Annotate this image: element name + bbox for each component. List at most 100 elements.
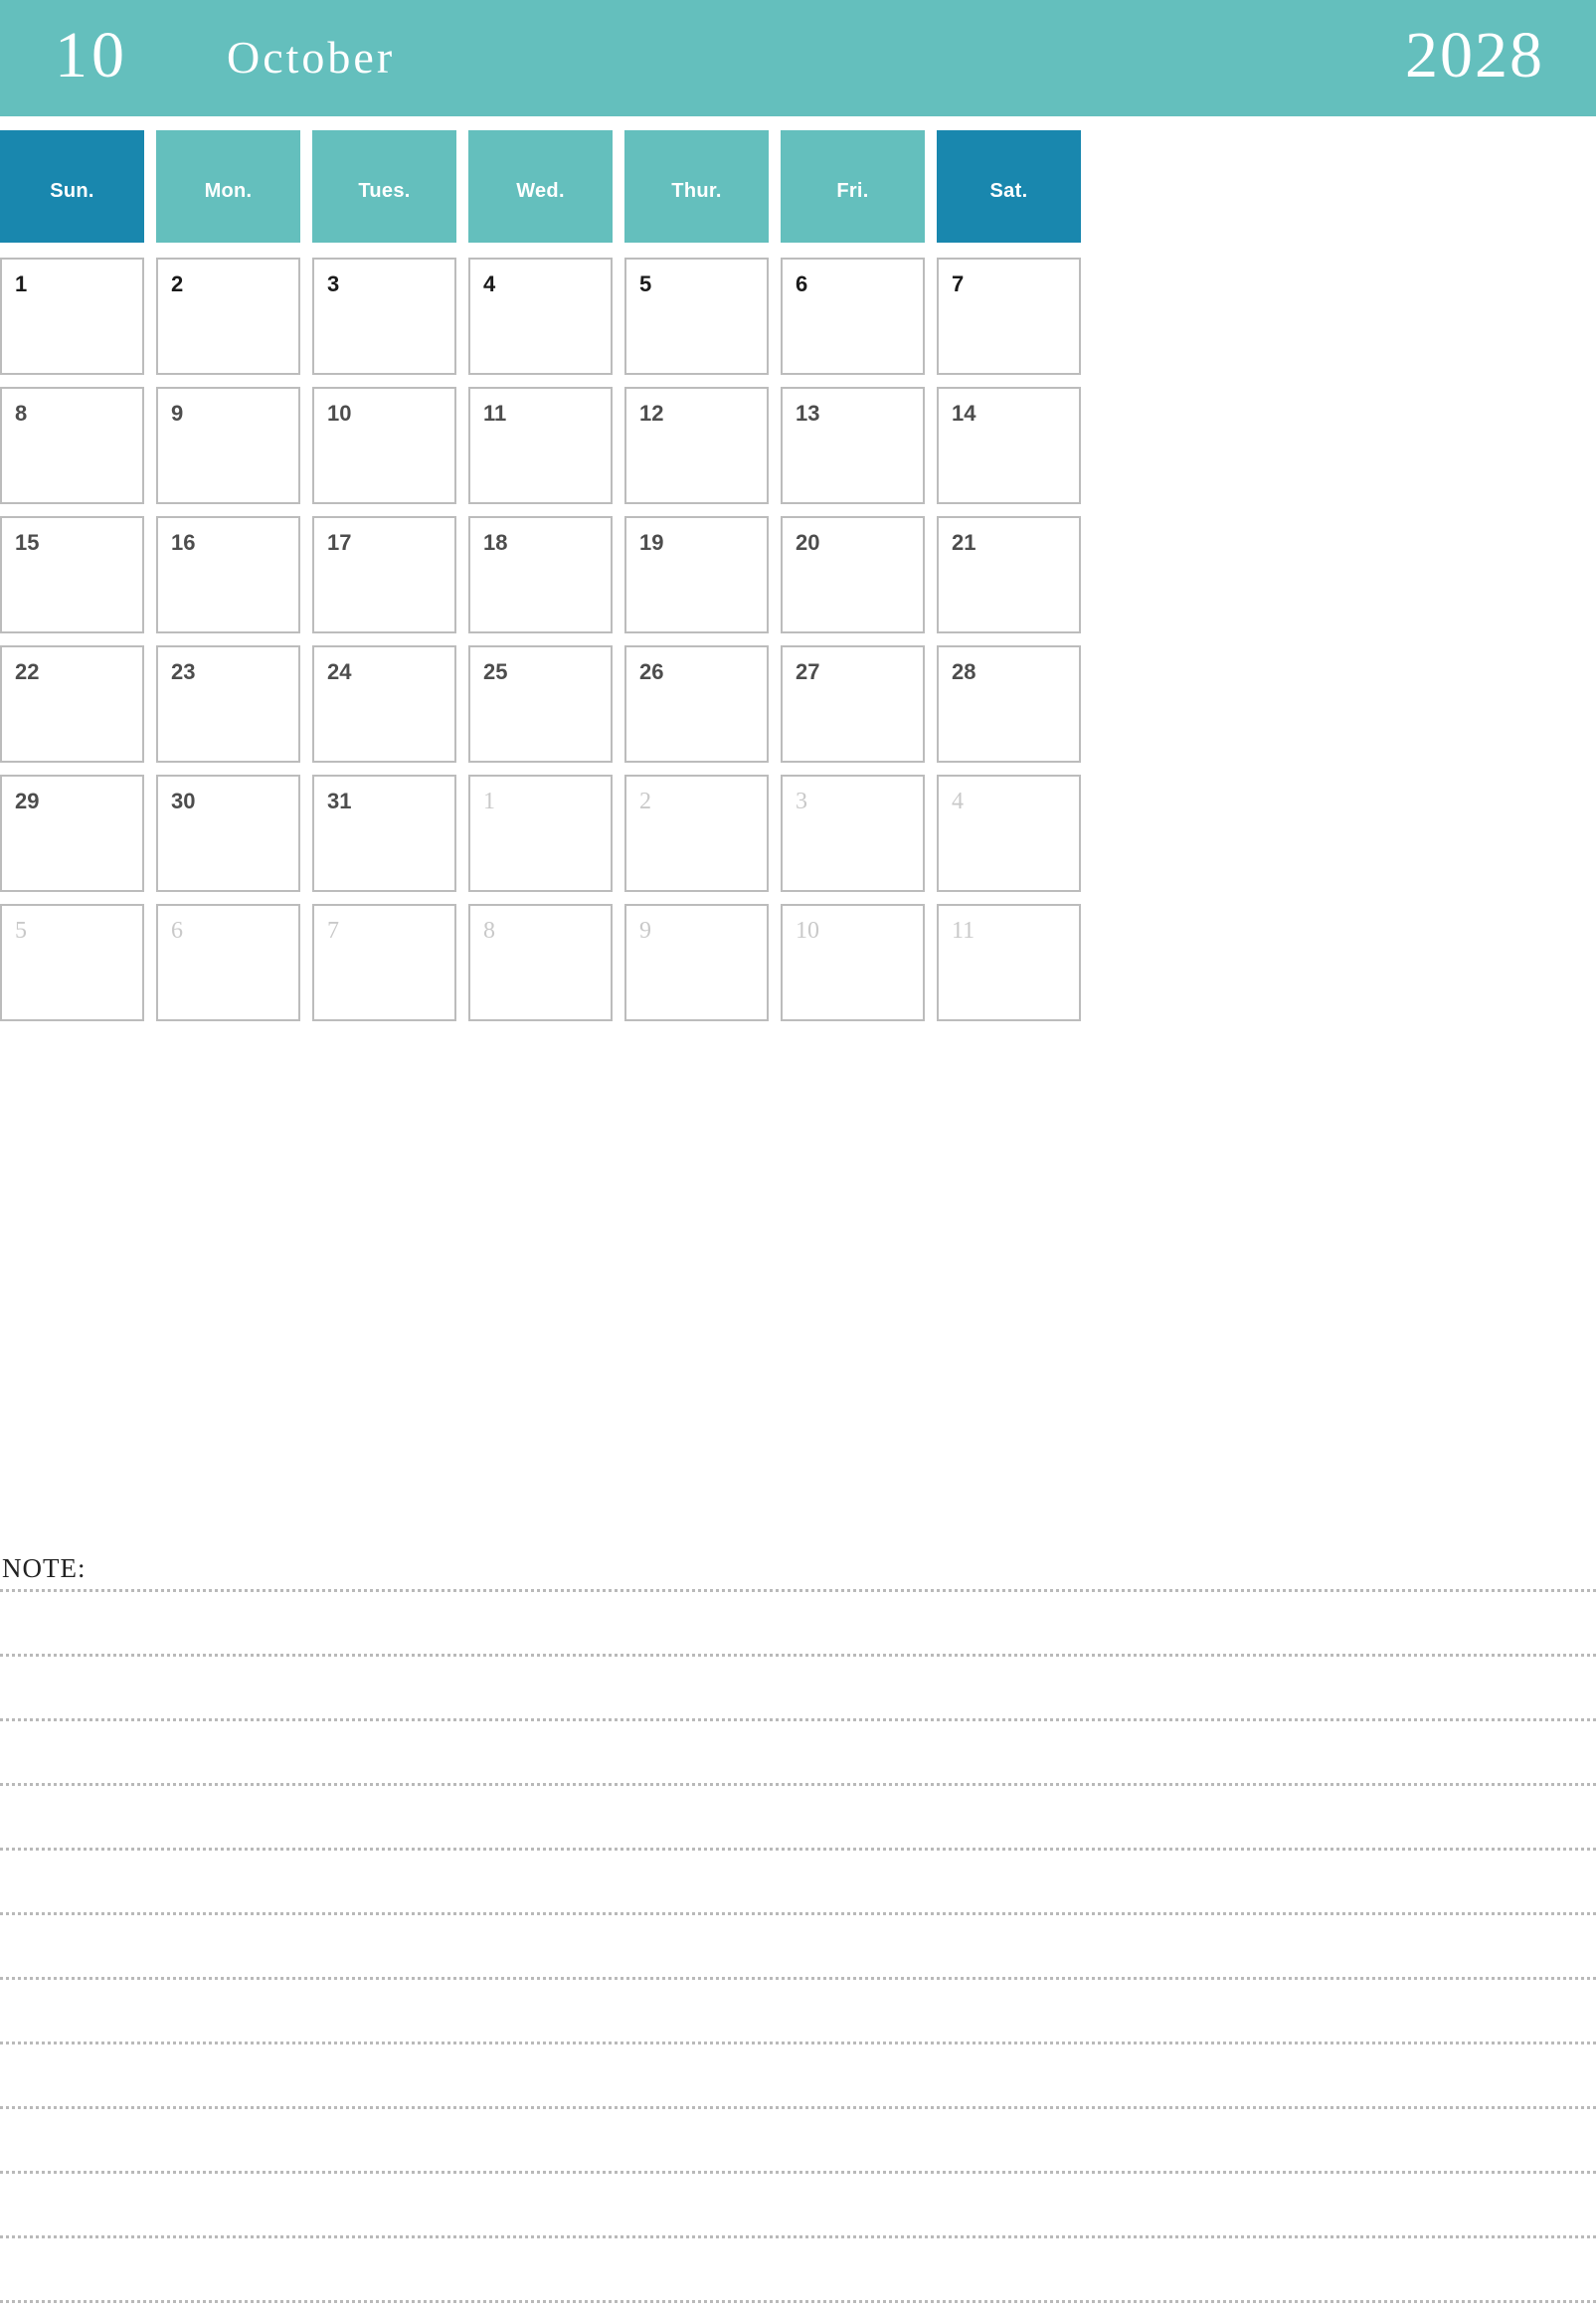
- day-number: 6: [796, 271, 808, 296]
- date-rows: 1 2 3 4 5 6 7 8 9 10 11 12 13 14 15 16 17 18 19 20 21 22 23 24 2…: [0, 258, 1596, 1021]
- month-banner: 10 October 2028: [0, 0, 1596, 116]
- note-line-spacer: [0, 1851, 1596, 1912]
- day-number: 22: [15, 659, 40, 684]
- day-number: 17: [327, 530, 352, 555]
- weekday-label: Mon.: [204, 180, 253, 202]
- day-cell[interactable]: 23: [156, 645, 300, 763]
- day-cell[interactable]: 5: [624, 258, 769, 375]
- day-cell[interactable]: 3: [312, 258, 456, 375]
- day-number: 4: [483, 271, 496, 296]
- day-number: 15: [15, 530, 40, 555]
- day-number: 30: [171, 789, 196, 813]
- day-cell[interactable]: 27: [781, 645, 925, 763]
- day-cell[interactable]: 4: [468, 258, 613, 375]
- day-cell[interactable]: 2: [156, 258, 300, 375]
- day-cell[interactable]: 29: [0, 775, 144, 892]
- weekday-header-mon: Mon.: [156, 130, 300, 243]
- day-cell[interactable]: 7: [312, 904, 456, 1021]
- weekday-label: Wed.: [516, 180, 565, 202]
- day-cell[interactable]: 9: [156, 387, 300, 504]
- month-name: October: [227, 32, 396, 83]
- note-label: NOTE:: [2, 1553, 87, 1583]
- year-label: 2028: [1405, 19, 1544, 91]
- day-number: 7: [327, 918, 339, 944]
- day-number: 4: [952, 789, 964, 814]
- day-number: 28: [952, 659, 976, 684]
- day-number: 5: [15, 918, 27, 944]
- day-number: 2: [639, 789, 651, 814]
- day-number: 31: [327, 789, 352, 813]
- day-cell[interactable]: 6: [781, 258, 925, 375]
- day-number: 25: [483, 659, 508, 684]
- day-number: 11: [952, 918, 975, 944]
- day-cell[interactable]: 8: [0, 387, 144, 504]
- day-cell[interactable]: 19: [624, 516, 769, 633]
- day-cell[interactable]: 10: [312, 387, 456, 504]
- day-number: 14: [952, 401, 976, 426]
- day-cell[interactable]: 31: [312, 775, 456, 892]
- week-row: 29 30 31 1 2 3 4: [0, 775, 1596, 892]
- weekday-header-fri: Fri.: [781, 130, 925, 243]
- day-number: 13: [796, 401, 820, 426]
- day-number: 19: [639, 530, 664, 555]
- day-number: 10: [327, 401, 352, 426]
- day-cell[interactable]: 8: [468, 904, 613, 1021]
- day-number: 24: [327, 659, 352, 684]
- day-cell[interactable]: 11: [468, 387, 613, 504]
- day-number: 6: [171, 918, 183, 944]
- day-number: 3: [796, 789, 807, 814]
- day-cell[interactable]: 26: [624, 645, 769, 763]
- note-line-spacer: [0, 2174, 1596, 2235]
- day-cell[interactable]: 21: [937, 516, 1081, 633]
- day-cell[interactable]: 24: [312, 645, 456, 763]
- day-number: 10: [796, 918, 819, 944]
- day-number: 23: [171, 659, 196, 684]
- day-cell[interactable]: 3: [781, 775, 925, 892]
- week-row: 1 2 3 4 5 6 7: [0, 258, 1596, 375]
- day-number: 12: [639, 401, 664, 426]
- day-number: 16: [171, 530, 196, 555]
- day-cell[interactable]: 22: [0, 645, 144, 763]
- day-cell[interactable]: 1: [0, 258, 144, 375]
- day-cell[interactable]: 9: [624, 904, 769, 1021]
- day-number: 1: [483, 789, 495, 814]
- note-line-spacer: [0, 1915, 1596, 1977]
- day-cell[interactable]: 14: [937, 387, 1081, 504]
- day-cell[interactable]: 6: [156, 904, 300, 1021]
- day-number: 1: [15, 271, 28, 296]
- day-cell[interactable]: 1: [468, 775, 613, 892]
- weekday-header-wed: Wed.: [468, 130, 613, 243]
- day-cell[interactable]: 10: [781, 904, 925, 1021]
- day-cell[interactable]: 11: [937, 904, 1081, 1021]
- note-line[interactable]: [0, 2300, 1596, 2303]
- day-number: 7: [952, 271, 965, 296]
- day-cell[interactable]: 15: [0, 516, 144, 633]
- day-number: 9: [639, 918, 651, 944]
- calendar-page: 10 October 2028 Sun. Mon. Tues. Wed. Thu…: [0, 0, 1596, 2310]
- day-number: 29: [15, 789, 40, 813]
- day-cell[interactable]: 18: [468, 516, 613, 633]
- weekday-label: Sun.: [50, 180, 94, 202]
- day-number: 21: [952, 530, 976, 555]
- day-cell[interactable]: 2: [624, 775, 769, 892]
- day-cell[interactable]: 28: [937, 645, 1081, 763]
- day-cell[interactable]: 30: [156, 775, 300, 892]
- note-line-spacer: [0, 1980, 1596, 2042]
- weekday-header-sun: Sun.: [0, 130, 144, 243]
- day-cell[interactable]: 5: [0, 904, 144, 1021]
- day-cell[interactable]: 13: [781, 387, 925, 504]
- day-cell[interactable]: 17: [312, 516, 456, 633]
- note-line-spacer: [0, 1592, 1596, 1654]
- day-cell[interactable]: 20: [781, 516, 925, 633]
- day-number: 8: [483, 918, 495, 944]
- day-number: 2: [171, 271, 184, 296]
- day-cell[interactable]: 16: [156, 516, 300, 633]
- day-number: 8: [15, 401, 28, 426]
- weekday-label: Sat.: [989, 180, 1028, 202]
- note-line-spacer: [0, 1657, 1596, 1718]
- note-section: NOTE:: [0, 1553, 1596, 2303]
- day-cell[interactable]: 12: [624, 387, 769, 504]
- day-cell[interactable]: 7: [937, 258, 1081, 375]
- day-cell[interactable]: 25: [468, 645, 613, 763]
- day-cell[interactable]: 4: [937, 775, 1081, 892]
